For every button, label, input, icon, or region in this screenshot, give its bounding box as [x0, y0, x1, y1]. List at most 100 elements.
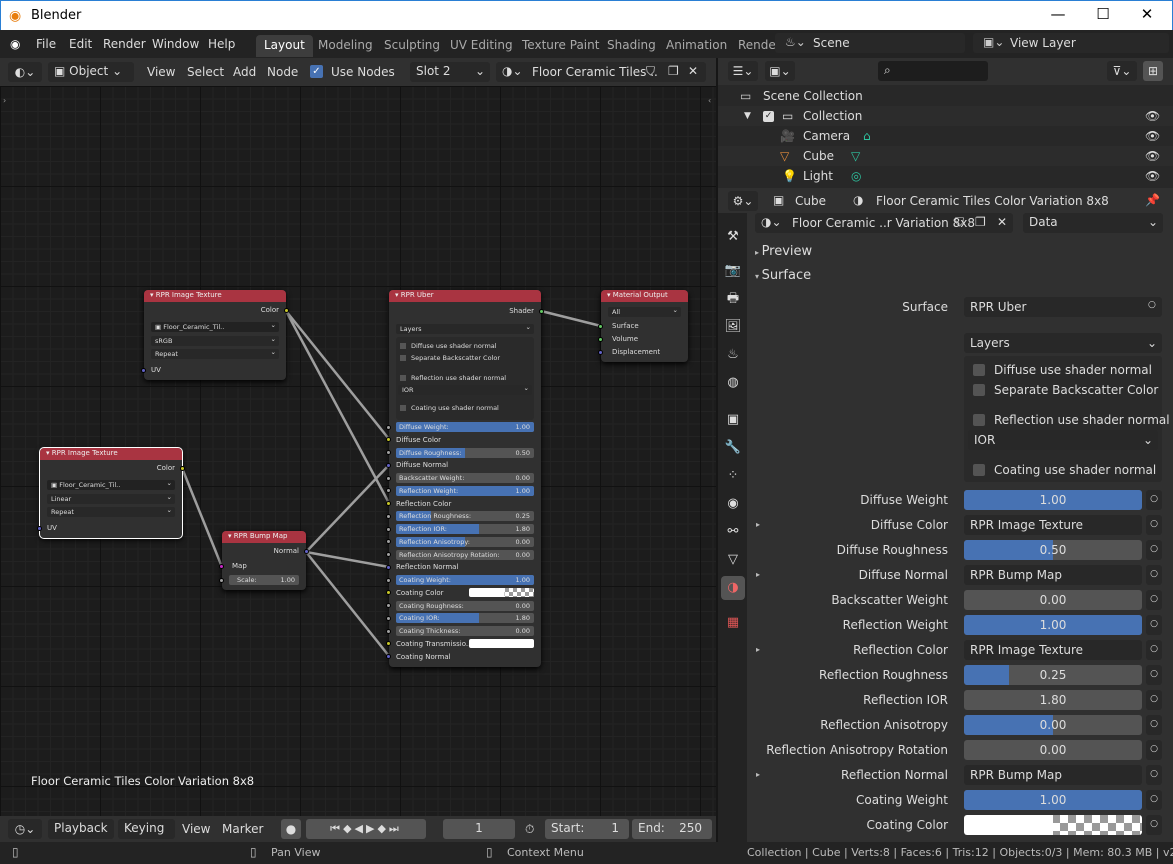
- socket-in[interactable]: [386, 513, 391, 519]
- wrap-select[interactable]: Repeat: [47, 505, 175, 517]
- expand-link-icon[interactable]: ▸: [756, 570, 760, 579]
- uber-slider[interactable]: Reflection Anisotropy: 0.00: [396, 536, 534, 547]
- socket-shader-out[interactable]: [539, 309, 544, 314]
- outliner-cube[interactable]: ▽ Cube ▽ 👁: [718, 146, 1173, 166]
- uber-slider[interactable]: Coating IOR: 1.80: [396, 613, 534, 624]
- constraints-icon[interactable]: ⚯: [721, 520, 745, 544]
- image-select[interactable]: ▣ Floor_Ceramic_Til..: [47, 478, 175, 490]
- uber-slider[interactable]: Reflection Weight: 1.00: [396, 485, 534, 496]
- uber-slider[interactable]: Reflection Roughness: 0.25: [396, 511, 534, 522]
- sidebar-expand-icon[interactable]: ‹: [708, 96, 711, 105]
- diffuse-shader-normal-checkbox[interactable]: Diffuse use shader normal: [973, 363, 1152, 377]
- socket-displacement-in[interactable]: [598, 350, 603, 355]
- coating-shader-normal-checkbox[interactable]: Coating use shader normal: [973, 463, 1156, 477]
- workspace-tab-sculpting[interactable]: Sculpting: [376, 35, 448, 57]
- node-editor-canvas[interactable]: ▾ RPR Image Texture Color ▣ Floor_Cerami…: [0, 86, 716, 816]
- eye-icon[interactable]: 👁: [1145, 166, 1160, 186]
- socket-map-in[interactable]: [219, 564, 224, 569]
- menu-help[interactable]: Help: [208, 37, 235, 51]
- property-slider[interactable]: 1.00: [964, 490, 1142, 510]
- uber-slider[interactable]: Coating Roughness: 0.00: [396, 600, 534, 611]
- panel-surface[interactable]: ▾ Surface: [755, 268, 1165, 288]
- property-slider[interactable]: 0.25: [964, 665, 1142, 685]
- property-slider[interactable]: 1.00: [964, 790, 1142, 810]
- socket-in[interactable]: [386, 488, 391, 494]
- blender-menu-icon[interactable]: ◉: [10, 37, 20, 51]
- property-slider[interactable]: 1.00: [964, 615, 1142, 635]
- menu-file[interactable]: File: [36, 37, 56, 51]
- linked-node-field[interactable]: RPR Bump Map: [964, 565, 1142, 585]
- socket-in[interactable]: [386, 615, 391, 621]
- display-mode-select[interactable]: ▣⌄: [765, 61, 795, 81]
- color-swatch[interactable]: [964, 815, 1142, 835]
- view-layer-icon[interactable]: 🖼: [721, 315, 745, 339]
- socket-link-button[interactable]: ○: [1146, 640, 1162, 660]
- socket-link-button[interactable]: ○: [1146, 540, 1162, 560]
- property-slider[interactable]: 1.80: [964, 690, 1142, 710]
- object-icon[interactable]: ▣: [721, 408, 745, 432]
- node-rpr-uber[interactable]: ▾ RPR Uber Shader Layers Diffuse use sha…: [386, 290, 544, 667]
- color-swatch[interactable]: [469, 639, 534, 649]
- fake-user-icon[interactable]: ⛉: [646, 64, 655, 79]
- pin-icon[interactable]: 📌: [1145, 193, 1160, 207]
- scene-selector[interactable]: ♨⌄ Scene: [775, 33, 965, 53]
- material-selector[interactable]: ◑⌄ Floor Ceramic Tiles .. ⛉ ❐ ✕: [496, 62, 706, 82]
- socket-in[interactable]: [386, 603, 391, 608]
- use-nodes-checkbox[interactable]: ✓: [310, 65, 323, 78]
- socket-link-button[interactable]: ○: [1146, 490, 1162, 510]
- image-select[interactable]: ▣ Floor_Ceramic_Til..: [151, 320, 279, 332]
- ior-mode-select[interactable]: IOR: [398, 383, 532, 395]
- workspace-tab-modeling[interactable]: Modeling: [310, 35, 381, 57]
- uber-slider[interactable]: Coating Thickness: 0.00: [396, 626, 534, 636]
- current-frame-field[interactable]: 1: [443, 819, 515, 839]
- socket-uv-in[interactable]: [141, 368, 146, 373]
- timeline-view-menu[interactable]: View: [182, 822, 210, 836]
- outliner-collection[interactable]: ▼ ✓ ▭ Collection 👁: [718, 106, 1173, 126]
- material-icon[interactable]: ◑: [721, 576, 745, 600]
- menu-select[interactable]: Select: [187, 65, 224, 79]
- layers-select[interactable]: Layers ⌄: [964, 333, 1162, 353]
- socket-in[interactable]: [386, 450, 391, 455]
- property-slider[interactable]: 0.00: [964, 740, 1142, 760]
- socket-in[interactable]: [386, 552, 391, 557]
- expand-link-icon[interactable]: ▸: [756, 645, 760, 654]
- duplicate-icon[interactable]: ❐: [668, 64, 679, 78]
- menu-add[interactable]: Add: [233, 65, 256, 79]
- playback-menu[interactable]: Playback ⌄: [48, 819, 114, 849]
- uber-slider[interactable]: Reflection IOR: 1.80: [396, 524, 534, 534]
- tool-icon[interactable]: ⚒: [721, 225, 745, 249]
- socket-in[interactable]: [386, 424, 391, 430]
- workspace-tab-uv-editing[interactable]: UV Editing: [442, 35, 521, 57]
- world-icon[interactable]: ◍: [721, 371, 745, 395]
- socket-link-button[interactable]: ○: [1146, 665, 1162, 685]
- diffuse-shader-normal-checkbox[interactable]: Diffuse use shader normal: [400, 342, 497, 351]
- socket-in[interactable]: [386, 475, 391, 481]
- material-datablock[interactable]: ◑⌄ Floor Ceramic ..r Variation 8x8 ⛉ ❐ ✕: [755, 213, 1013, 233]
- workspace-tab-layout[interactable]: Layout: [256, 35, 313, 57]
- mode-select[interactable]: ▣ Object ⌄: [48, 62, 134, 82]
- socket-link-button[interactable]: ○: [1146, 615, 1162, 635]
- timeline-marker-menu[interactable]: Marker: [222, 822, 263, 836]
- layers-select[interactable]: Layers: [396, 322, 534, 334]
- record-button[interactable]: ●: [281, 819, 301, 839]
- ior-mode-select[interactable]: IOR ⌄: [968, 430, 1158, 450]
- uber-slider[interactable]: Reflection Anisotropy Rotation: 0.00: [396, 549, 534, 560]
- modifier-icon[interactable]: 🔧: [721, 436, 745, 460]
- slot-select[interactable]: Slot 2 ⌄: [410, 62, 490, 82]
- node-rpr-image-texture-2[interactable]: ▾ RPR Image Texture Color ▣ Floor_Cerami…: [37, 447, 185, 539]
- socket-link-button[interactable]: ○: [1146, 815, 1162, 835]
- socket-link-button[interactable]: ○: [1146, 690, 1162, 710]
- keying-menu[interactable]: Keying ⌄: [118, 819, 175, 849]
- socket-in[interactable]: [386, 628, 391, 634]
- render-icon[interactable]: 📷: [721, 259, 745, 283]
- linked-node-field[interactable]: RPR Bump Map: [964, 765, 1142, 785]
- toolbar-expand-icon[interactable]: ›: [3, 96, 6, 105]
- expand-link-icon[interactable]: ▸: [756, 770, 760, 779]
- property-slider[interactable]: 0.00: [964, 715, 1142, 735]
- scene-icon[interactable]: ♨: [721, 343, 745, 367]
- playback-controls[interactable]: ⏮◆◀▶◆⏭: [306, 819, 426, 839]
- wrap-select[interactable]: Repeat: [151, 347, 279, 359]
- uber-slider[interactable]: Backscatter Weight: 0.00: [396, 473, 534, 483]
- socket-in[interactable]: [386, 501, 391, 506]
- socket-scale-in[interactable]: [219, 578, 224, 583]
